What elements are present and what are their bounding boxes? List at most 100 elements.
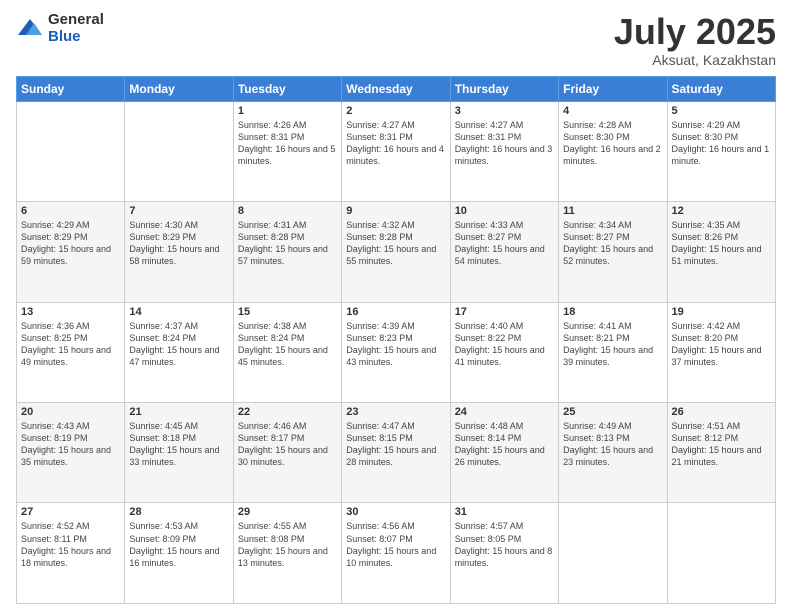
day-number: 19 [672, 306, 771, 318]
calendar-cell: 21 Sunrise: 4:45 AMSunset: 8:18 PMDayligh… [125, 403, 233, 503]
day-info: Sunrise: 4:45 AMSunset: 8:18 PMDaylight:… [129, 420, 228, 469]
day-info: Sunrise: 4:39 AMSunset: 8:23 PMDaylight:… [346, 320, 445, 369]
day-number: 26 [672, 406, 771, 418]
day-number: 11 [563, 205, 662, 217]
day-info: Sunrise: 4:29 AMSunset: 8:30 PMDaylight:… [672, 119, 771, 168]
day-info: Sunrise: 4:26 AMSunset: 8:31 PMDaylight:… [238, 119, 337, 168]
calendar-cell: 25Sunrise: 4:49 AMSunset: 8:13 PMDayligh… [559, 403, 667, 503]
day-number: 24 [455, 406, 554, 418]
weekday-header: Friday [559, 76, 667, 101]
day-number: 5 [672, 105, 771, 117]
day-info: Sunrise: 4:43 AMSunset: 8:19 PMDaylight:… [21, 420, 120, 469]
calendar-header-row: SundayMondayTuesdayWednesdayThursdayFrid… [17, 76, 776, 101]
calendar-cell: 3 Sunrise: 4:27 AMSunset: 8:31 PMDaylight… [450, 101, 558, 201]
header: General Blue July 2025 Aksuat, Kazakhsta… [16, 12, 776, 68]
calendar-cell: 9 Sunrise: 4:32 AMSunset: 8:28 PMDaylight… [342, 202, 450, 302]
day-number: 23 [346, 406, 445, 418]
calendar-cell: 20 Sunrise: 4:43 AMSunset: 8:19 PMDayligh… [17, 403, 125, 503]
day-info: Sunrise: 4:31 AMSunset: 8:28 PMDaylight:… [238, 219, 337, 268]
day-number: 7 [129, 205, 228, 217]
calendar-cell: 27 Sunrise: 4:52 AMSunset: 8:11 PMDayligh… [17, 503, 125, 604]
day-number: 22 [238, 406, 337, 418]
day-info: Sunrise: 4:41 AMSunset: 8:21 PMDaylight:… [563, 320, 662, 369]
day-info: Sunrise: 4:48 AMSunset: 8:14 PMDaylight:… [455, 420, 554, 469]
calendar-cell: 4Sunrise: 4:28 AMSunset: 8:30 PMDaylight… [559, 101, 667, 201]
weekday-header: Wednesday [342, 76, 450, 101]
calendar-cell: 28Sunrise: 4:53 AMSunset: 8:09 PMDayligh… [125, 503, 233, 604]
calendar-cell [559, 503, 667, 604]
day-number: 12 [672, 205, 771, 217]
day-info: Sunrise: 4:34 AMSunset: 8:27 PMDaylight:… [563, 219, 662, 268]
calendar-cell: 11 Sunrise: 4:34 AMSunset: 8:27 PMDayligh… [559, 202, 667, 302]
day-number: 29 [238, 506, 337, 518]
calendar-cell: 1Sunrise: 4:26 AMSunset: 8:31 PMDaylight… [233, 101, 341, 201]
day-number: 20 [21, 406, 120, 418]
weekday-header: Saturday [667, 76, 775, 101]
calendar-cell: 8 Sunrise: 4:31 AMSunset: 8:28 PMDaylight… [233, 202, 341, 302]
logo-icon [16, 15, 44, 43]
day-info: Sunrise: 4:35 AMSunset: 8:26 PMDaylight:… [672, 219, 771, 268]
day-info: Sunrise: 4:52 AMSunset: 8:11 PMDaylight:… [21, 520, 120, 569]
day-info: Sunrise: 4:29 AMSunset: 8:29 PMDaylight:… [21, 219, 120, 268]
calendar-cell [125, 101, 233, 201]
calendar-cell: 16 Sunrise: 4:39 AMSunset: 8:23 PMDayligh… [342, 302, 450, 402]
day-number: 14 [129, 306, 228, 318]
calendar-week-row: 20 Sunrise: 4:43 AMSunset: 8:19 PMDayligh… [17, 403, 776, 503]
day-number: 9 [346, 205, 445, 217]
calendar-week-row: 1Sunrise: 4:26 AMSunset: 8:31 PMDaylight… [17, 101, 776, 201]
day-info: Sunrise: 4:46 AMSunset: 8:17 PMDaylight:… [238, 420, 337, 469]
day-info: Sunrise: 4:27 AMSunset: 8:31 PMDaylight:… [346, 119, 445, 168]
calendar-cell: 29Sunrise: 4:55 AMSunset: 8:08 PMDayligh… [233, 503, 341, 604]
day-number: 31 [455, 506, 554, 518]
day-number: 21 [129, 406, 228, 418]
calendar-cell [17, 101, 125, 201]
day-number: 30 [346, 506, 445, 518]
main-title: July 2025 [614, 12, 776, 52]
day-info: Sunrise: 4:32 AMSunset: 8:28 PMDaylight:… [346, 219, 445, 268]
calendar-table: SundayMondayTuesdayWednesdayThursdayFrid… [16, 76, 776, 604]
calendar-cell: 17 Sunrise: 4:40 AMSunset: 8:22 PMDayligh… [450, 302, 558, 402]
weekday-header: Monday [125, 76, 233, 101]
calendar-cell: 6Sunrise: 4:29 AMSunset: 8:29 PMDaylight… [17, 202, 125, 302]
day-info: Sunrise: 4:30 AMSunset: 8:29 PMDaylight:… [129, 219, 228, 268]
calendar-cell: 12 Sunrise: 4:35 AMSunset: 8:26 PMDayligh… [667, 202, 775, 302]
day-info: Sunrise: 4:53 AMSunset: 8:09 PMDaylight:… [129, 520, 228, 569]
calendar-cell: 23Sunrise: 4:47 AMSunset: 8:15 PMDayligh… [342, 403, 450, 503]
day-info: Sunrise: 4:27 AMSunset: 8:31 PMDaylight:… [455, 119, 554, 168]
logo-text: General Blue [48, 12, 104, 45]
day-info: Sunrise: 4:38 AMSunset: 8:24 PMDaylight:… [238, 320, 337, 369]
calendar-cell: 15Sunrise: 4:38 AMSunset: 8:24 PMDayligh… [233, 302, 341, 402]
day-number: 18 [563, 306, 662, 318]
day-number: 2 [346, 105, 445, 117]
day-info: Sunrise: 4:57 AMSunset: 8:05 PMDaylight:… [455, 520, 554, 569]
calendar-cell: 5 Sunrise: 4:29 AMSunset: 8:30 PMDaylight… [667, 101, 775, 201]
day-info: Sunrise: 4:56 AMSunset: 8:07 PMDaylight:… [346, 520, 445, 569]
calendar-cell: 14Sunrise: 4:37 AMSunset: 8:24 PMDayligh… [125, 302, 233, 402]
calendar-cell: 30 Sunrise: 4:56 AMSunset: 8:07 PMDayligh… [342, 503, 450, 604]
calendar-cell [667, 503, 775, 604]
logo: General Blue [16, 12, 104, 45]
day-number: 8 [238, 205, 337, 217]
weekday-header: Sunday [17, 76, 125, 101]
day-number: 13 [21, 306, 120, 318]
day-info: Sunrise: 4:51 AMSunset: 8:12 PMDaylight:… [672, 420, 771, 469]
day-number: 27 [21, 506, 120, 518]
calendar-cell: 22 Sunrise: 4:46 AMSunset: 8:17 PMDayligh… [233, 403, 341, 503]
logo-blue: Blue [48, 29, 104, 46]
day-number: 3 [455, 105, 554, 117]
day-info: Sunrise: 4:40 AMSunset: 8:22 PMDaylight:… [455, 320, 554, 369]
calendar-cell: 7 Sunrise: 4:30 AMSunset: 8:29 PMDaylight… [125, 202, 233, 302]
calendar-cell: 10Sunrise: 4:33 AMSunset: 8:27 PMDayligh… [450, 202, 558, 302]
calendar-cell: 13Sunrise: 4:36 AMSunset: 8:25 PMDayligh… [17, 302, 125, 402]
day-info: Sunrise: 4:33 AMSunset: 8:27 PMDaylight:… [455, 219, 554, 268]
calendar-cell: 19Sunrise: 4:42 AMSunset: 8:20 PMDayligh… [667, 302, 775, 402]
calendar-week-row: 6Sunrise: 4:29 AMSunset: 8:29 PMDaylight… [17, 202, 776, 302]
logo-general: General [48, 12, 104, 29]
day-number: 17 [455, 306, 554, 318]
day-number: 16 [346, 306, 445, 318]
day-number: 25 [563, 406, 662, 418]
weekday-header: Thursday [450, 76, 558, 101]
subtitle: Aksuat, Kazakhstan [614, 52, 776, 68]
calendar-cell: 24 Sunrise: 4:48 AMSunset: 8:14 PMDayligh… [450, 403, 558, 503]
calendar-cell: 31 Sunrise: 4:57 AMSunset: 8:05 PMDayligh… [450, 503, 558, 604]
